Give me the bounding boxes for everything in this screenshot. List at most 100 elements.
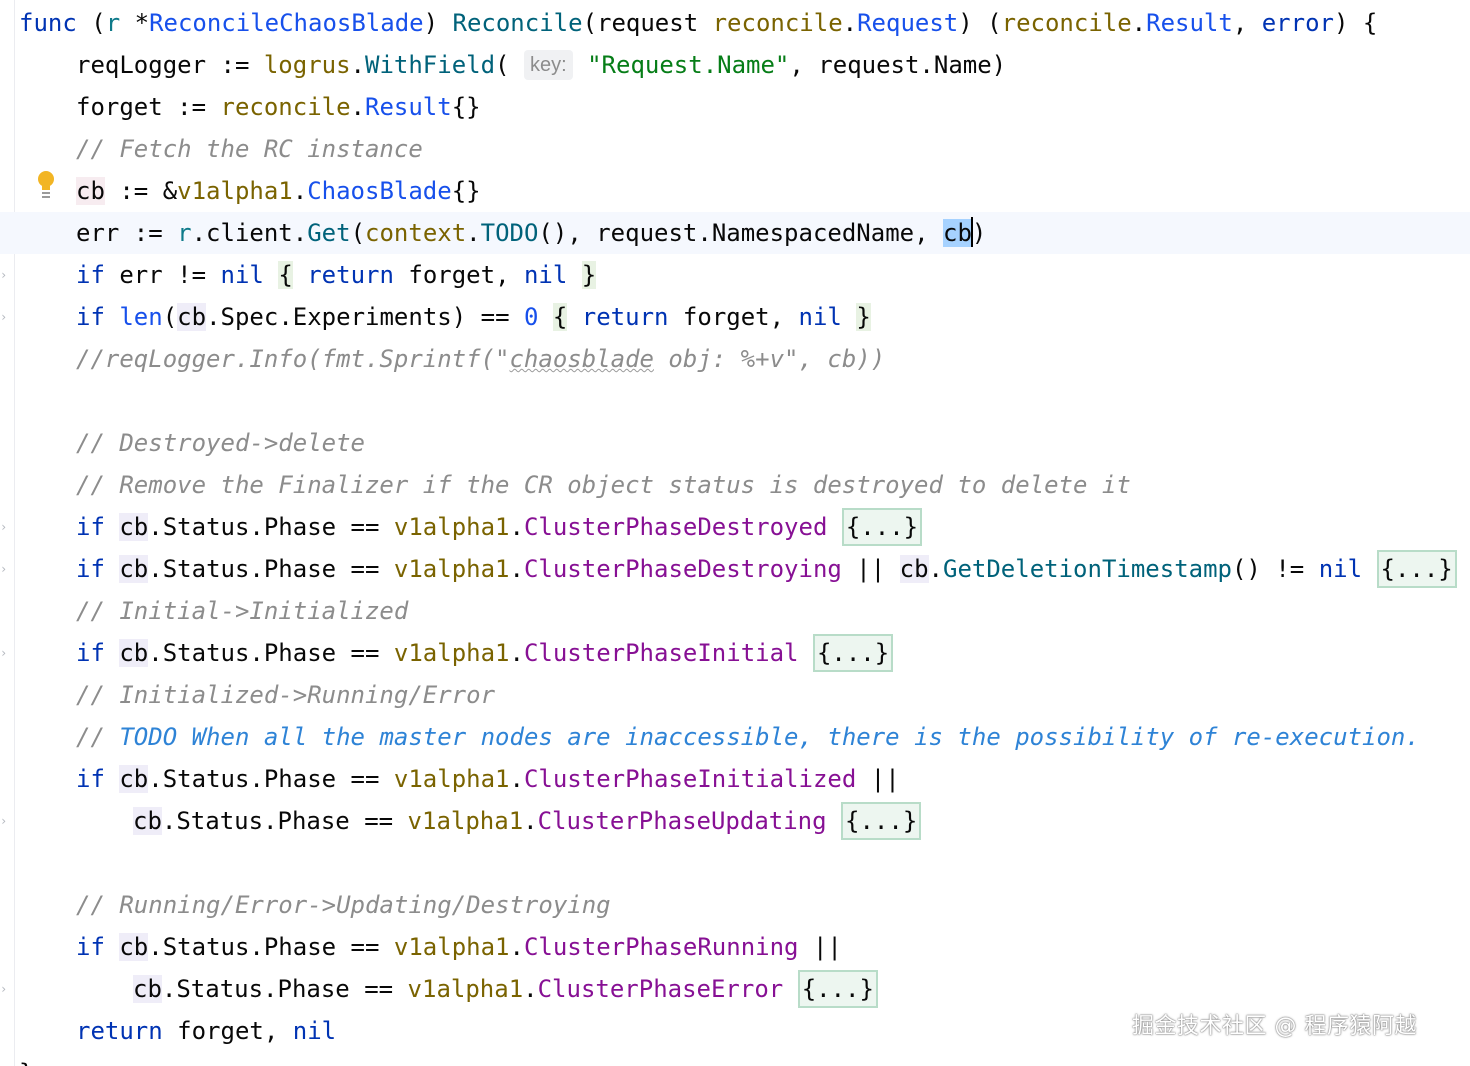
keyword-if: if (76, 555, 105, 583)
watermark: 掘金技术社区 @ 程序猿阿越 (1132, 1014, 1417, 1039)
code-text: . (292, 177, 308, 205)
code-text: (request (582, 9, 713, 37)
code-line-18[interactable]: // TODO When all the master nodes are in… (0, 716, 1470, 758)
code-text: * (120, 9, 150, 37)
code-text: ) (423, 9, 439, 37)
code-text: . (509, 639, 524, 667)
builtin-len: len (119, 303, 163, 331)
folded-block[interactable]: {...} (1376, 550, 1457, 588)
lightbulb-icon[interactable] (36, 170, 56, 200)
variable-cb: cb (133, 807, 162, 835)
parameter-hint: key: (523, 50, 573, 80)
code-line-26[interactable]: } (0, 1052, 1470, 1066)
selected-variable-cb: cb (943, 219, 972, 247)
code-line-2[interactable]: reqLogger := logrus.WithField( key: "Req… (0, 44, 1470, 86)
code-line-22[interactable]: // Running/Error->Updating/Destroying (0, 884, 1470, 926)
code-text: . (509, 933, 524, 961)
keyword-return: return (76, 1017, 163, 1045)
folded-block[interactable]: {...} (797, 970, 878, 1008)
keyword-if: if (76, 765, 105, 793)
code-line-20[interactable]: cb.Status.Phase == v1alpha1.ClusterPhase… (0, 800, 1470, 842)
code-line-11[interactable]: // Destroyed->delete (0, 422, 1470, 464)
code-line-17[interactable]: // Initialized->Running/Error (0, 674, 1470, 716)
code-line-12[interactable]: // Remove the Finalizer if the CR object… (0, 464, 1470, 506)
code-text: .Status.Phase == (161, 807, 408, 835)
code-text: . (1131, 9, 1147, 37)
typo-underline: chaosblade (509, 345, 654, 373)
code-line-14[interactable]: if cb.Status.Phase == v1alpha1.ClusterPh… (0, 548, 1470, 590)
code-line-23[interactable]: if cb.Status.Phase == v1alpha1.ClusterPh… (0, 926, 1470, 968)
string-literal: "Request.Name" (587, 51, 790, 79)
code-text: || (841, 555, 900, 583)
comment: // Remove the Finalizer if the CR object… (76, 471, 1131, 499)
code-text: . (350, 93, 365, 121)
brace-close: } (856, 303, 871, 331)
code-line-6[interactable]: err := r.client.Get(context.TODO(), requ… (0, 212, 1470, 254)
code-text: ) ( (958, 9, 1002, 37)
code-text: forget, (668, 303, 799, 331)
code-text: . (509, 555, 524, 583)
variable-cb: cb (119, 639, 149, 667)
code-line-4[interactable]: // Fetch the RC instance (0, 128, 1470, 170)
code-text: . (928, 555, 943, 583)
package-name: v1alpha1 (393, 765, 510, 793)
package-name: logrus (263, 51, 351, 79)
code-text: .Status.Phase == (148, 513, 394, 541)
package-name: v1alpha1 (407, 807, 524, 835)
folded-block[interactable]: {...} (841, 508, 923, 546)
package-name: context (365, 219, 467, 247)
folded-block[interactable]: {...} (812, 634, 894, 672)
package-name: v1alpha1 (393, 555, 510, 583)
keyword-return: return (307, 261, 394, 289)
code-text: err != (104, 261, 221, 289)
code-line-3[interactable]: forget := reconcile.Result{} (0, 86, 1470, 128)
code-line-19[interactable]: if cb.Status.Phase == v1alpha1.ClusterPh… (0, 758, 1470, 800)
code-text: . (466, 219, 481, 247)
comment: // Fetch the RC instance (76, 135, 423, 163)
code-line-15[interactable]: // Initial->Initialized (0, 590, 1470, 632)
code-text: ( (162, 303, 178, 331)
variable-cb: cb (119, 555, 149, 583)
keyword-nil: nil (798, 303, 842, 331)
keyword-nil: nil (523, 261, 568, 289)
code-editor[interactable]: › › › › › › › func (r *ReconcileChaosBla… (0, 0, 1470, 1066)
code-text: (), request.NamespacedName, (538, 219, 943, 247)
brace-open: { (278, 261, 293, 289)
number-literal: 0 (523, 303, 539, 331)
code-text: .Status.Phase == (148, 933, 394, 961)
code-text: .Status.Phase == (148, 765, 394, 793)
code-line-9[interactable]: //reqLogger.Info(fmt.Sprintf("chaosblade… (0, 338, 1470, 380)
package-name: v1alpha1 (177, 177, 293, 205)
code-line-13[interactable]: if cb.Status.Phase == v1alpha1.ClusterPh… (0, 506, 1470, 548)
code-text: . (842, 9, 858, 37)
package-name: v1alpha1 (393, 933, 510, 961)
type-error: error (1261, 9, 1334, 37)
code-line-16[interactable]: if cb.Status.Phase == v1alpha1.ClusterPh… (0, 632, 1470, 674)
code-text: ) { (1333, 9, 1378, 37)
function-name: WithField (365, 51, 496, 79)
comment: // (76, 723, 120, 751)
code-text: forget := (76, 93, 221, 121)
brace-close: } (581, 261, 597, 289)
code-line-8[interactable]: if len(cb.Spec.Experiments) == 0 { retur… (0, 296, 1470, 338)
code-line-1[interactable]: func (r *ReconcileChaosBlade) Reconcile(… (0, 2, 1470, 44)
code-line-7[interactable]: if err != nil { return forget, nil } (0, 254, 1470, 296)
code-line-5[interactable]: cb := &v1alpha1.ChaosBlade{} (0, 170, 1470, 212)
comment: obj: %+v", cb)) (653, 345, 886, 373)
keyword-return: return (581, 303, 669, 331)
function-name: TODO (480, 219, 539, 247)
code-line-24[interactable]: cb.Status.Phase == v1alpha1.ClusterPhase… (0, 968, 1470, 1010)
todo-comment: TODO When all the master nodes are inacc… (119, 723, 1420, 751)
folded-block[interactable]: {...} (841, 802, 922, 840)
keyword-if: if (76, 303, 105, 331)
package-name: reconcile (712, 9, 843, 37)
keyword-if: if (76, 639, 105, 667)
package-name: v1alpha1 (407, 975, 524, 1003)
keyword-if: if (76, 933, 105, 961)
